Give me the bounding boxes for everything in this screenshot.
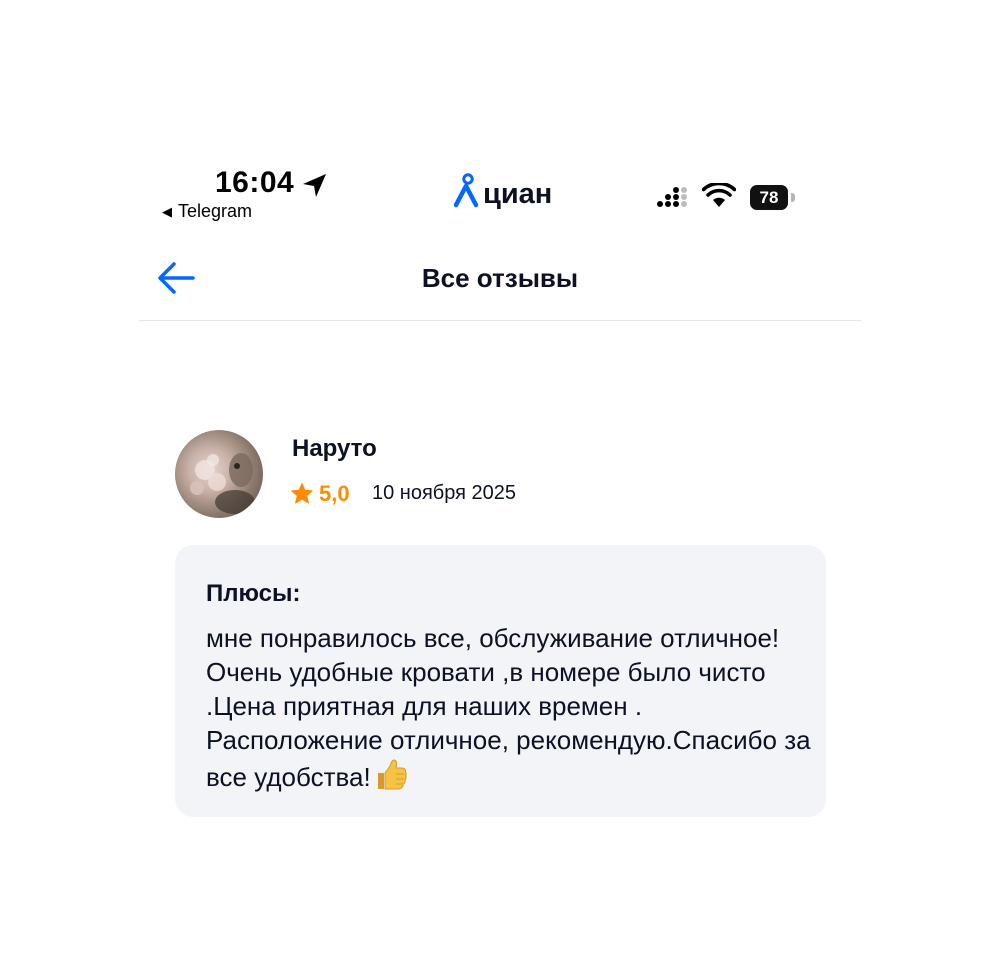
thumbs-up-icon <box>377 759 407 790</box>
location-arrow-icon <box>303 174 326 197</box>
rating-value: 5,0 <box>319 481 350 506</box>
avatar-image <box>190 453 255 514</box>
review-date: 10 ноября 2025 <box>372 482 517 504</box>
pros-text-content: мне понравилось все, обслуживание отличн… <box>206 623 811 792</box>
reviewer-name[interactable]: Наруто <box>292 435 377 463</box>
cellular-signal-icon <box>657 187 687 207</box>
brand-name: циан <box>483 178 553 210</box>
status-bar: 16:04 ◀ Telegram циан 78 <box>0 0 1000 240</box>
pros-title: Плюсы: <box>206 580 301 607</box>
page-title: Все отзывы <box>421 263 579 293</box>
battery-cap <box>791 193 795 202</box>
header-divider <box>139 320 862 321</box>
review-card: Плюсы: мне понравилось все, обслуживание… <box>175 545 826 817</box>
pros-text: мне понравилось все, обслуживание отличн… <box>206 621 816 794</box>
back-triangle-icon: ◀ <box>162 204 172 219</box>
back-to-telegram[interactable]: ◀ Telegram <box>162 201 252 222</box>
wifi-icon <box>702 183 736 207</box>
cian-pin-logo <box>453 173 479 208</box>
battery-indicator: 78 <box>750 185 788 210</box>
back-app-label: Telegram <box>178 201 253 221</box>
reviewer-avatar <box>175 430 263 518</box>
star-icon <box>291 483 313 504</box>
status-time: 16:04 <box>215 166 295 199</box>
